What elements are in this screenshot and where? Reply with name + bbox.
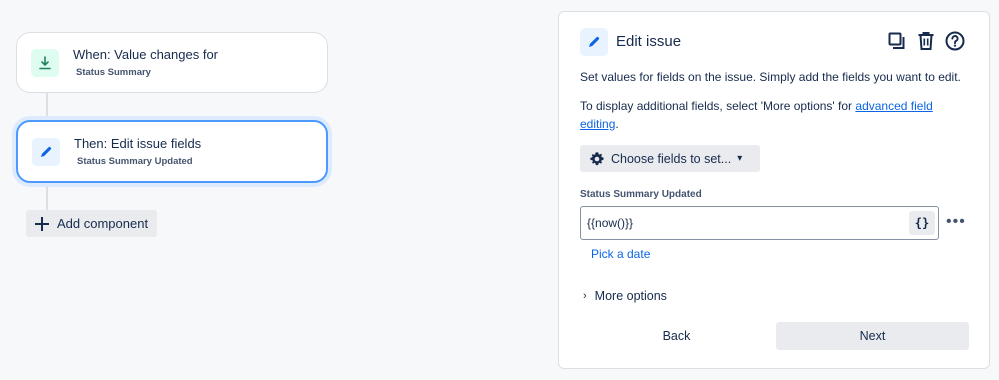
smart-value-button[interactable]: {} [909, 211, 935, 235]
more-actions-icon[interactable]: ••• [946, 214, 966, 230]
panel-toolbar [886, 30, 966, 52]
choose-fields-label: Choose fields to set... [611, 151, 732, 166]
add-component-button[interactable]: Add component [26, 210, 157, 237]
pick-a-date-link[interactable]: Pick a date [591, 247, 650, 261]
add-component-label: Add component [57, 216, 149, 231]
hint-end: . [615, 117, 619, 131]
chevron-right-icon: › [583, 290, 587, 302]
action-subtitle: Status Summary Updated [77, 156, 193, 167]
copy-icon[interactable] [886, 30, 908, 52]
trigger-text: When: Value changes for Status Summary [73, 47, 218, 78]
trash-icon[interactable] [915, 30, 937, 52]
panel-title: Edit issue [616, 33, 682, 50]
hint-text: To display additional fields, select 'Mo… [580, 99, 856, 113]
action-text: Then: Edit issue fields Status Summary U… [74, 136, 201, 167]
status-summary-updated-input[interactable]: {{now()}} {} [580, 206, 939, 240]
edit-issue-panel: Edit issue Set values for fields on the … [558, 11, 990, 369]
more-options-label: More options [594, 289, 667, 303]
choose-fields-button[interactable]: Choose fields to set... ▾ [580, 145, 760, 172]
field-label: Status Summary Updated [580, 189, 702, 200]
pencil-icon [32, 137, 60, 166]
advanced-editing-hint: To display additional fields, select 'Mo… [580, 97, 970, 133]
trigger-card[interactable]: When: Value changes for Status Summary [16, 32, 328, 93]
back-button[interactable]: Back [580, 322, 773, 349]
gear-icon [589, 151, 605, 167]
chevron-down-icon: ▾ [737, 153, 743, 164]
plus-icon [35, 216, 49, 231]
field-value: {{now()}} [587, 216, 634, 230]
flow-connector-top [46, 93, 48, 120]
action-card[interactable]: Then: Edit issue fields Status Summary U… [16, 120, 328, 183]
action-title: Then: Edit issue fields [74, 136, 202, 151]
pencil-icon [580, 28, 608, 56]
next-button[interactable]: Next [776, 322, 969, 350]
trigger-subtitle: Status Summary [76, 67, 151, 78]
more-options-toggle[interactable]: › More options [583, 289, 667, 303]
download-arrow-icon [31, 48, 59, 77]
trigger-title: When: Value changes for [73, 47, 219, 62]
help-icon[interactable] [944, 30, 966, 52]
flow-connector-bottom [46, 183, 48, 210]
panel-description: Set values for fields on the issue. Simp… [580, 70, 961, 84]
